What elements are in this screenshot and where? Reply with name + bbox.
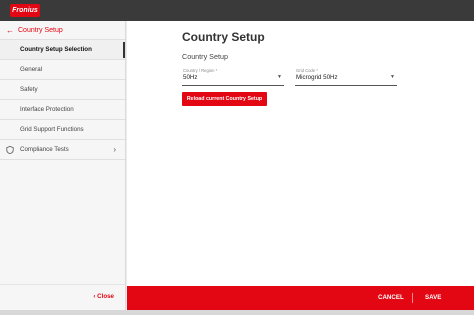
divider bbox=[412, 293, 413, 303]
arrow-left-icon: ← bbox=[6, 25, 14, 35]
sidebar-item-label: Country Setup Selection bbox=[20, 46, 92, 53]
sidebar-item-country-setup-selection[interactable]: Country Setup Selection bbox=[0, 40, 125, 60]
back-button[interactable]: ← Country Setup bbox=[0, 21, 125, 40]
grid-code-select[interactable]: Grid Code * Microgrid 50Hz ▼ bbox=[295, 68, 397, 86]
caret-down-icon: ▼ bbox=[277, 74, 282, 80]
back-label: Country Setup bbox=[18, 26, 63, 34]
grid-code-label: Grid Code * bbox=[296, 68, 318, 73]
section-title: Country Setup bbox=[182, 52, 228, 61]
sidebar-footer: ‹ Close bbox=[0, 284, 126, 310]
footer-action-bar: CANCEL SAVE bbox=[127, 286, 474, 310]
sidebar-item-grid-support-functions[interactable]: Grid Support Functions bbox=[0, 120, 125, 140]
sidebar-item-safety[interactable]: Safety bbox=[0, 80, 125, 100]
sidebar-item-label: Grid Support Functions bbox=[20, 126, 84, 133]
country-region-label: Country / Region * bbox=[183, 68, 218, 73]
sidebar-item-label: General bbox=[20, 66, 43, 73]
main-content: Country Setup Country Setup Country / Re… bbox=[127, 21, 474, 286]
country-region-value: 50Hz bbox=[183, 74, 198, 81]
sidebar-item-label: Compliance Tests bbox=[20, 146, 69, 153]
sidebar: ← Country Setup Country Setup Selection … bbox=[0, 21, 126, 310]
chevron-left-icon: ‹ bbox=[93, 293, 96, 300]
reload-country-setup-button[interactable]: Reload current Country Setup bbox=[182, 92, 267, 106]
page-title: Country Setup bbox=[182, 30, 265, 44]
sidebar-item-label: Interface Protection bbox=[20, 106, 74, 113]
chevron-right-icon: › bbox=[113, 145, 116, 154]
top-bar: Fronius bbox=[0, 0, 474, 21]
sidebar-item-compliance-tests[interactable]: Compliance Tests › bbox=[0, 140, 125, 160]
grid-code-value: Microgrid 50Hz bbox=[296, 74, 338, 81]
fronius-logo: Fronius bbox=[10, 4, 40, 17]
country-region-select[interactable]: Country / Region * 50Hz ▼ bbox=[182, 68, 284, 86]
sidebar-item-general[interactable]: General bbox=[0, 60, 125, 80]
save-button[interactable]: SAVE bbox=[425, 294, 441, 301]
sidebar-item-interface-protection[interactable]: Interface Protection bbox=[0, 100, 125, 120]
caret-down-icon: ▼ bbox=[390, 74, 395, 80]
sidebar-item-label: Safety bbox=[20, 86, 38, 93]
close-button[interactable]: ‹ Close bbox=[93, 293, 114, 300]
cancel-button[interactable]: CANCEL bbox=[378, 294, 404, 301]
close-label: Close bbox=[97, 293, 114, 300]
shield-icon bbox=[6, 146, 14, 154]
bottom-strip bbox=[0, 310, 474, 315]
